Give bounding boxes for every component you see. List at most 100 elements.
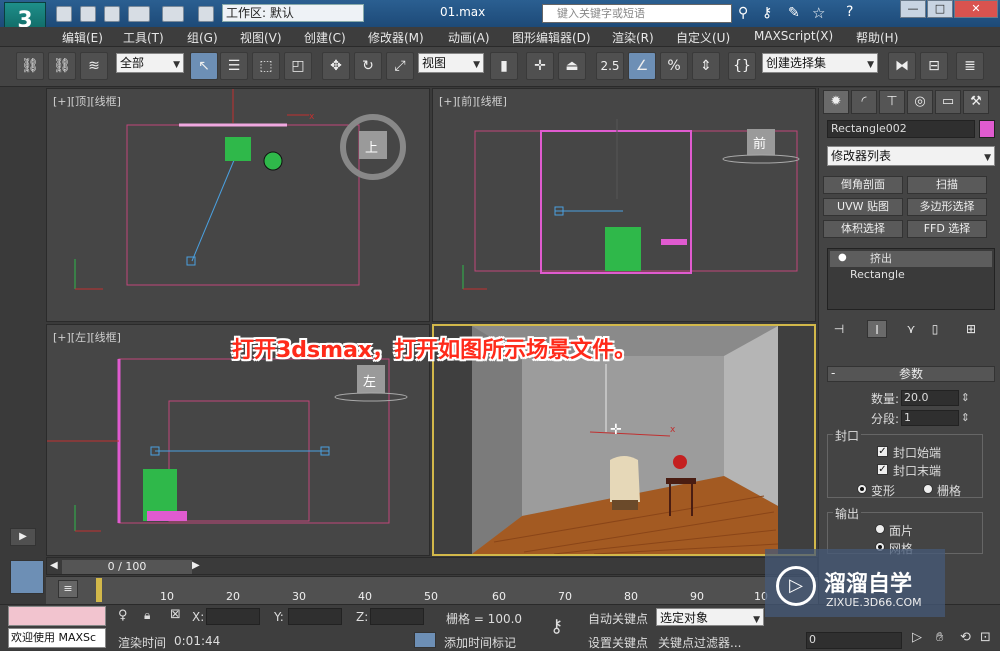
morph-radio[interactable] — [857, 484, 867, 494]
named-selection-dropdown[interactable]: 创建选择集 — [762, 53, 878, 74]
play-icon[interactable]: ▷ — [912, 630, 922, 645]
star-icon[interactable]: ☆ — [812, 4, 825, 22]
viewcube-top[interactable]: 上 — [365, 137, 378, 156]
project-folder-icon[interactable] — [198, 6, 214, 22]
create-tab-icon[interactable]: ✹ — [823, 90, 849, 114]
vol-select-button[interactable]: 体积选择 — [823, 220, 903, 238]
maximize-viewport-icon[interactable]: ⊡ — [980, 630, 991, 645]
minimize-button[interactable]: — — [900, 0, 926, 18]
open-file-icon[interactable] — [80, 6, 96, 22]
link-icon[interactable]: ⛓ — [16, 52, 44, 80]
menu-edit[interactable]: 编辑(E) — [62, 29, 103, 46]
layer-manager-icon[interactable]: ≣ — [956, 52, 984, 80]
scale-icon[interactable]: ⤢ — [386, 52, 414, 80]
viewport-top[interactable]: [+][顶][线框] x 上 — [46, 88, 430, 322]
parameters-rollout-title[interactable]: 参数 — [827, 366, 995, 382]
pin-icon[interactable]: ✎ — [788, 5, 800, 21]
ffd-select-button[interactable]: FFD 选择 — [907, 220, 987, 238]
move-icon[interactable]: ✥ — [322, 52, 350, 80]
viewcube-left[interactable]: 左 — [363, 371, 376, 390]
bind-space-warp-icon[interactable]: ≋ — [80, 52, 108, 80]
uvw-map-button[interactable]: UVW 贴图 — [823, 198, 903, 216]
viewport-front[interactable]: [+][前][线框] 前 — [432, 88, 816, 322]
mirror-icon[interactable]: ⧓ — [888, 52, 916, 80]
new-file-icon[interactable] — [56, 6, 72, 22]
menu-maxscript[interactable]: MAXScript(X) — [754, 29, 833, 43]
menu-group[interactable]: 组(G) — [187, 29, 218, 46]
orbit-icon[interactable]: ⟲ — [960, 630, 971, 645]
edit-named-selection-icon[interactable]: {} — [728, 52, 756, 80]
object-name-field[interactable]: Rectangle002 — [827, 120, 975, 138]
show-end-result-icon[interactable]: Ⅰ — [867, 320, 887, 338]
select-manipulate-icon[interactable]: ✛ — [526, 52, 554, 80]
redo-icon[interactable] — [162, 6, 184, 22]
spinner-snap-icon[interactable]: ⇕ — [692, 52, 720, 80]
help-icon[interactable]: ? — [846, 4, 853, 20]
snap-toggle-icon[interactable]: 2.5 — [596, 52, 624, 80]
search-input[interactable]: 键入关键字或短语 — [542, 4, 732, 23]
menu-rendering[interactable]: 渲染(R) — [612, 29, 654, 46]
menu-tools[interactable]: 工具(T) — [123, 29, 164, 46]
key-filters-button[interactable]: 关键点过滤器... — [658, 634, 741, 651]
menu-graph-editors[interactable]: 图形编辑器(D) — [512, 29, 591, 46]
cap-start-checkbox[interactable]: ✓ — [877, 446, 888, 457]
select-object-icon[interactable]: ↖ — [190, 52, 218, 80]
set-key-icon[interactable]: ⚷ — [550, 616, 563, 637]
stack-item-extrude[interactable]: 挤出 — [830, 251, 992, 267]
close-button[interactable]: ✕ — [954, 0, 998, 18]
auto-key-button[interactable]: 自动关键点 — [588, 610, 648, 627]
motion-tab-icon[interactable]: ◎ — [907, 90, 933, 114]
make-unique-icon[interactable]: ⋎ — [901, 320, 921, 338]
workspace-dropdown[interactable]: 工作区: 默认 — [222, 4, 364, 22]
modifier-list-dropdown[interactable]: 修改器列表 — [827, 146, 995, 167]
maxscript-listener-box[interactable] — [8, 606, 106, 626]
rectangular-selection-icon[interactable]: ⬚ — [252, 52, 280, 80]
stack-item-rectangle[interactable]: Rectangle — [830, 267, 992, 283]
window-crossing-icon[interactable]: ◰ — [284, 52, 312, 80]
unlink-icon[interactable]: ⛓ — [48, 52, 76, 80]
remove-modifier-icon[interactable]: ▯ — [925, 320, 945, 338]
menu-customize[interactable]: 自定义(U) — [676, 29, 730, 46]
utilities-tab-icon[interactable]: ⚒ — [963, 90, 989, 114]
selection-filter-dropdown[interactable]: 全部 — [116, 53, 184, 74]
undo-icon[interactable] — [128, 6, 150, 22]
segments-spinner[interactable]: 1 — [901, 410, 970, 426]
display-tab-icon[interactable]: ▭ — [935, 90, 961, 114]
set-key-button[interactable]: 设置关键点 — [588, 634, 648, 651]
patch-radio[interactable] — [875, 524, 885, 534]
y-coordinate-field[interactable] — [288, 608, 342, 625]
curve-editor-icon[interactable]: ≡ — [58, 580, 78, 598]
grid-radio[interactable] — [923, 484, 933, 494]
pivot-center-icon[interactable]: ▮ — [490, 52, 518, 80]
frame-counter[interactable]: 0 / 100 — [62, 560, 192, 574]
reference-coordinate-dropdown[interactable]: 视图 — [418, 53, 484, 74]
menu-create[interactable]: 创建(C) — [304, 29, 346, 46]
maximize-button[interactable]: □ — [927, 0, 953, 18]
angle-snap-icon[interactable]: ∠ — [628, 52, 656, 80]
sweep-button[interactable]: 扫描 — [907, 176, 987, 194]
maxscript-mini-listener[interactable]: 欢迎使用 MAXSc — [8, 628, 106, 648]
cap-end-checkbox[interactable]: ✓ — [877, 464, 888, 475]
time-slider-next-icon[interactable]: ▶ — [192, 560, 200, 571]
poly-select-button[interactable]: 多边形选择 — [907, 198, 987, 216]
rotate-icon[interactable]: ↻ — [354, 52, 382, 80]
z-coordinate-field[interactable] — [370, 608, 424, 625]
menu-views[interactable]: 视图(V) — [240, 29, 282, 46]
percent-snap-icon[interactable]: % — [660, 52, 688, 80]
lightbulb-icon[interactable]: ● — [838, 252, 847, 263]
configure-sets-icon[interactable]: ⊞ — [961, 320, 981, 338]
pan-icon[interactable]: ✋︎ — [936, 630, 943, 645]
collapse-rollout-icon[interactable]: - — [831, 366, 835, 380]
menu-help[interactable]: 帮助(H) — [856, 29, 898, 46]
key-icon[interactable]: ⚷ — [762, 5, 772, 21]
modify-tab-icon[interactable]: ◜ — [851, 90, 877, 114]
pin-stack-icon[interactable]: ⊣ — [829, 320, 849, 338]
keyboard-shortcut-icon[interactable]: ⏏ — [558, 52, 586, 80]
lock-selection-icon[interactable]: 🔒︎ — [144, 608, 150, 623]
viewcube-front[interactable]: 前 — [753, 133, 766, 152]
expand-play-button[interactable]: ▶ — [10, 528, 36, 546]
viewport-layout-icon[interactable] — [10, 560, 44, 594]
menu-animation[interactable]: 动画(A) — [448, 29, 490, 46]
transform-mode-icon[interactable]: ⊠ — [170, 607, 181, 622]
save-file-icon[interactable] — [104, 6, 120, 22]
